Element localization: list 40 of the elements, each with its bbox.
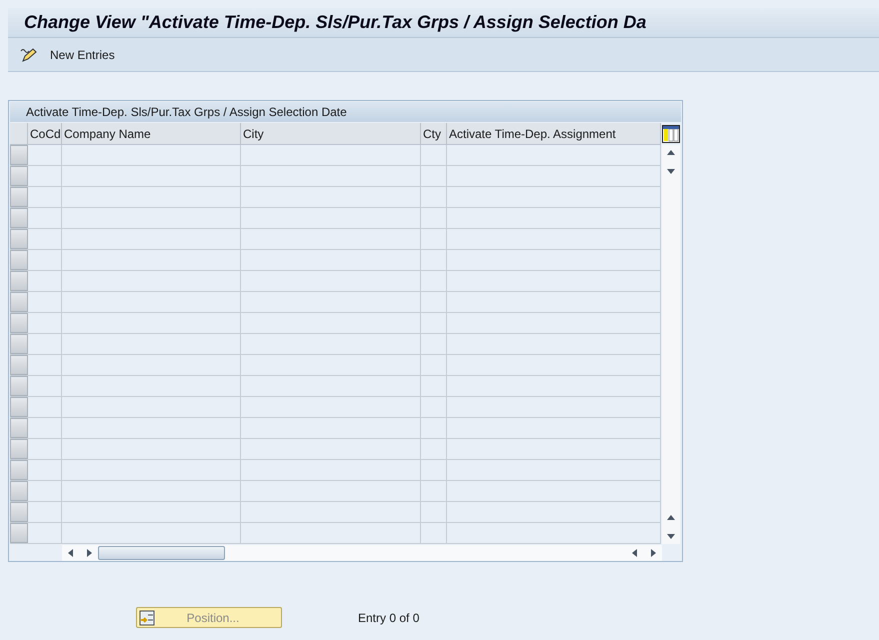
row-selector[interactable] <box>10 166 28 186</box>
scroll-right-icon[interactable] <box>648 548 658 558</box>
column-header[interactable]: Activate Time-Dep. Assignment <box>447 123 661 144</box>
row-selector[interactable] <box>10 481 28 501</box>
scroll-down-icon[interactable] <box>666 531 676 541</box>
row-selector[interactable] <box>10 523 28 543</box>
row-selector[interactable] <box>10 334 28 354</box>
row-selector[interactable] <box>10 208 28 228</box>
pencil-icon <box>20 46 38 62</box>
column-header[interactable]: CoCd <box>28 123 62 144</box>
scroll-up-icon[interactable] <box>666 513 676 523</box>
row-selector[interactable] <box>10 229 28 249</box>
table-title: Activate Time-Dep. Sls/Pur.Tax Grps / Assign Selection Date <box>26 104 347 121</box>
row-selector[interactable] <box>10 313 28 333</box>
position-icon <box>139 610 155 626</box>
scroll-right-icon[interactable] <box>84 548 94 558</box>
row-selector[interactable] <box>10 502 28 522</box>
new-entries-button[interactable]: New Entries <box>20 46 115 64</box>
scroll-left-icon[interactable] <box>66 548 76 558</box>
row-selector[interactable] <box>10 187 28 207</box>
scroll-down-icon[interactable] <box>666 166 676 176</box>
column-header[interactable]: City <box>241 123 421 144</box>
scroll-left-icon[interactable] <box>630 548 640 558</box>
row-selector[interactable] <box>10 460 28 480</box>
row-selector[interactable] <box>10 355 28 375</box>
scroll-up-icon[interactable] <box>666 148 676 158</box>
scrollbar-thumb[interactable] <box>98 546 225 560</box>
column-header[interactable]: Company Name <box>62 123 241 144</box>
column-settings-icon[interactable] <box>662 125 680 143</box>
row-selector[interactable] <box>10 250 28 270</box>
row-selector[interactable] <box>10 418 28 438</box>
row-selector[interactable] <box>10 439 28 459</box>
row-selector[interactable] <box>10 145 28 165</box>
row-selector[interactable] <box>10 292 28 312</box>
window-title: Change View "Activate Time-Dep. Sls/Pur.Tax Grps / Assign Selection Da <box>24 11 646 34</box>
row-selector[interactable] <box>10 271 28 291</box>
row-selector[interactable] <box>10 397 28 417</box>
entry-count: Entry 0 of 0 <box>358 610 420 626</box>
column-header[interactable]: Cty <box>421 123 447 144</box>
row-selector[interactable] <box>10 376 28 396</box>
